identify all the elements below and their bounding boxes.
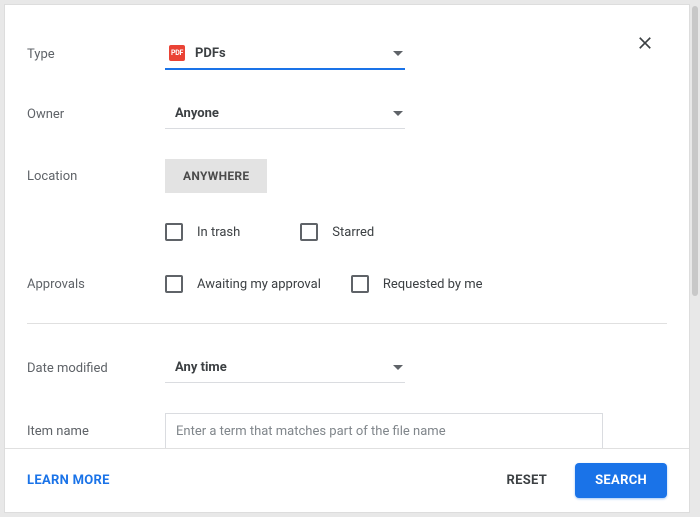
checkbox-icon (351, 275, 369, 293)
approvals-row: Approvals Awaiting my approval Requested… (27, 275, 667, 293)
close-icon (635, 33, 655, 53)
checkbox-icon (165, 223, 183, 241)
date-modified-select[interactable]: Any time (165, 354, 405, 383)
chevron-down-icon (393, 51, 403, 56)
type-select[interactable]: PDF PDFs (165, 39, 405, 70)
owner-label: Owner (27, 107, 165, 122)
form-area: Type PDF PDFs Owner Anyone Location ANYW… (5, 5, 689, 448)
chevron-down-icon (393, 111, 403, 116)
search-button[interactable]: SEARCH (575, 463, 667, 498)
trash-starred-row: In trash Starred (27, 223, 667, 241)
search-filter-dialog: Type PDF PDFs Owner Anyone Location ANYW… (4, 4, 690, 513)
approvals-label: Approvals (27, 277, 165, 292)
location-row: Location ANYWHERE (27, 159, 667, 193)
in-trash-label: In trash (197, 225, 240, 240)
checkbox-icon (300, 223, 318, 241)
item-name-row: Item name (27, 413, 667, 448)
reset-button[interactable]: RESET (486, 463, 567, 498)
learn-more-link[interactable]: LEARN MORE (27, 473, 110, 488)
section-divider (27, 323, 667, 324)
awaiting-approval-checkbox[interactable]: Awaiting my approval (165, 275, 321, 293)
starred-label: Starred (332, 225, 374, 240)
date-modified-label: Date modified (27, 361, 165, 376)
location-chip[interactable]: ANYWHERE (165, 159, 267, 193)
checkbox-icon (165, 275, 183, 293)
location-label: Location (27, 169, 165, 184)
close-button[interactable] (631, 29, 659, 57)
awaiting-label: Awaiting my approval (197, 277, 321, 292)
owner-row: Owner Anyone (27, 100, 667, 129)
date-modified-value: Any time (169, 360, 227, 375)
owner-select[interactable]: Anyone (165, 100, 405, 129)
item-name-label: Item name (27, 424, 165, 439)
date-modified-row: Date modified Any time (27, 354, 667, 383)
chevron-down-icon (393, 365, 403, 370)
item-name-input[interactable] (165, 413, 603, 448)
type-value: PDFs (195, 46, 226, 61)
dialog-footer: LEARN MORE RESET SEARCH (5, 448, 689, 512)
starred-checkbox[interactable]: Starred (300, 223, 374, 241)
type-row: Type PDF PDFs (27, 39, 667, 70)
in-trash-checkbox[interactable]: In trash (165, 223, 240, 241)
type-label: Type (27, 47, 165, 62)
requested-by-me-checkbox[interactable]: Requested by me (351, 275, 483, 293)
requested-label: Requested by me (383, 277, 483, 292)
scrollbar[interactable] (692, 6, 698, 296)
owner-value: Anyone (169, 106, 219, 121)
pdf-icon: PDF (169, 45, 185, 61)
